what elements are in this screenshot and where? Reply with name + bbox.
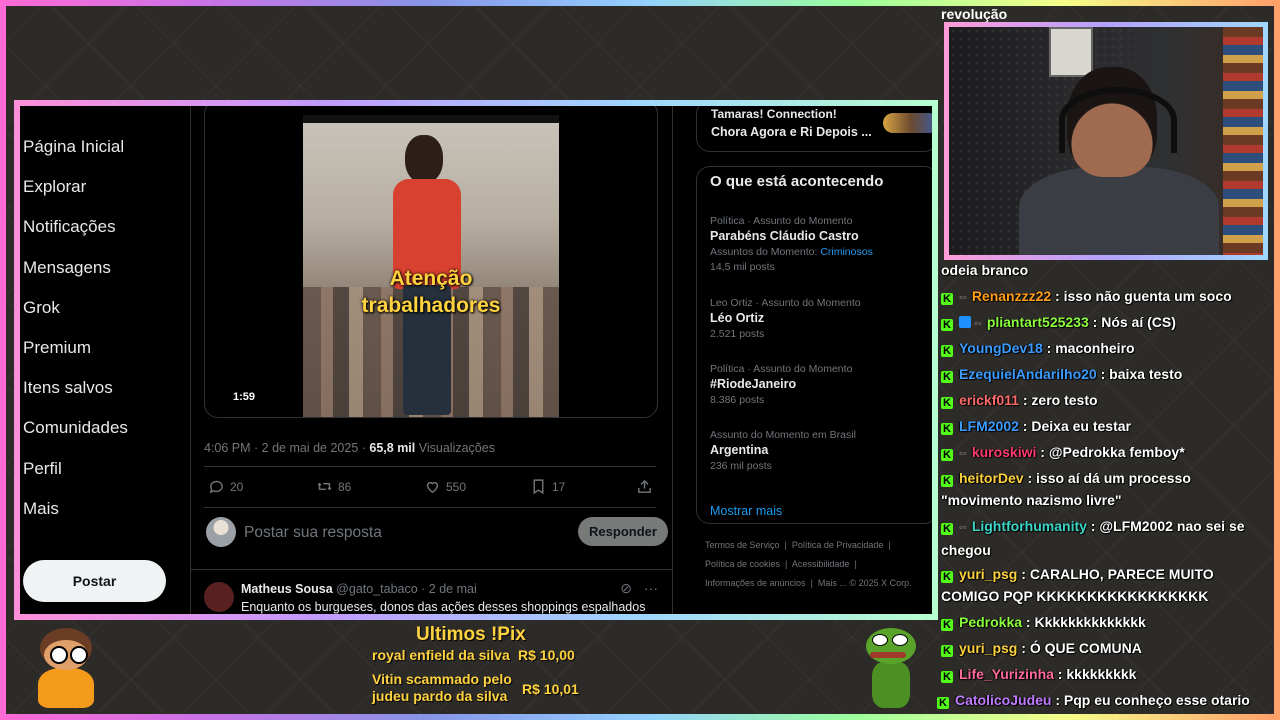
stream-border bbox=[0, 0, 1280, 720]
